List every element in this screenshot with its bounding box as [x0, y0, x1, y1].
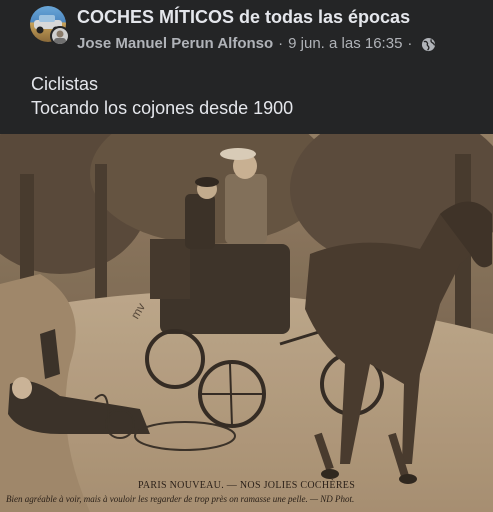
postcard-caption-text: Bien agréable à voir, mais à vouloir les…: [6, 494, 355, 504]
meta-separator: ·: [407, 35, 413, 52]
group-avatar-stack[interactable]: [30, 6, 70, 46]
post-message: Ciclistas Tocando los cojones desde 1900: [31, 72, 293, 120]
post-photo[interactable]: mv PARIS NOUVEAU. — NOS JOLIES COCHÈRES …: [0, 134, 493, 512]
author-name-link[interactable]: Jose Manuel Perun Alfonso: [77, 35, 273, 52]
postcard-caption-title: PARIS NOUVEAU. — NOS JOLIES COCHÈRES: [137, 480, 356, 491]
vintage-postcard-illustration: [0, 134, 493, 512]
meta-separator: ·: [278, 35, 284, 52]
post-text-line: Ciclistas: [31, 74, 99, 94]
group-name-link[interactable]: COCHES MÍTICOS de todas las épocas: [77, 7, 410, 28]
person-icon: [54, 30, 66, 44]
author-avatar[interactable]: [50, 26, 70, 46]
post-timestamp[interactable]: 9 jun. a las 16:35: [288, 35, 402, 52]
post-meta: Jose Manuel Perun Alfonso · 9 jun. a las…: [77, 35, 436, 52]
globe-icon[interactable]: [421, 37, 436, 52]
post-header: COCHES MÍTICOS de todas las épocas Jose …: [0, 0, 493, 68]
post-text-line: Tocando los cojones desde 1900: [31, 98, 294, 118]
